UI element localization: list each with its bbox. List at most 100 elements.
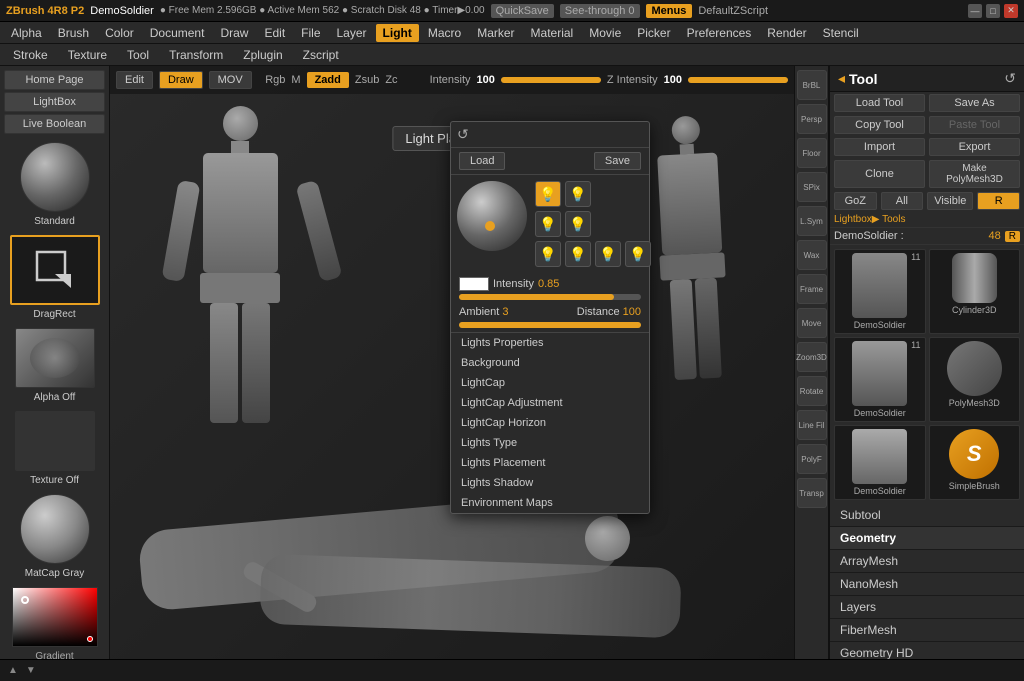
light-sphere[interactable]: [457, 181, 527, 251]
load-btn[interactable]: Load: [459, 152, 505, 170]
zadd-btn[interactable]: Zadd: [307, 72, 349, 88]
lightbox-tools-label[interactable]: Lightbox▶ Tools: [830, 212, 1024, 228]
menu-brush[interactable]: Brush: [51, 24, 96, 42]
lightbox-btn[interactable]: LightBox: [4, 92, 105, 112]
cylinder3d-thumb[interactable]: Cylinder3D: [929, 249, 1021, 334]
clone-btn[interactable]: Clone: [834, 160, 925, 188]
sub-zplugin[interactable]: Zplugin: [238, 47, 287, 63]
menu-macro[interactable]: Macro: [421, 24, 468, 42]
copy-tool-btn[interactable]: Copy Tool: [834, 116, 925, 134]
menu-movie[interactable]: Movie: [582, 24, 628, 42]
lsym-btn[interactable]: L.Sym: [797, 206, 827, 236]
menus-btn[interactable]: Menus: [646, 4, 693, 18]
fibermesh-btn[interactable]: FiberMesh: [830, 619, 1024, 642]
menu-picker[interactable]: Picker: [630, 24, 677, 42]
polymesh3d-thumb[interactable]: PolyMesh3D: [929, 337, 1021, 422]
rotate-btn[interactable]: Rotate: [797, 376, 827, 406]
floor-btn[interactable]: Floor: [797, 138, 827, 168]
sub-tool[interactable]: Tool: [122, 47, 154, 63]
close-btn[interactable]: ✕: [1004, 4, 1018, 18]
sub-zscript[interactable]: Zscript: [298, 47, 344, 63]
menu-lightcap-horizon[interactable]: LightCap Horizon: [451, 413, 649, 433]
menu-alpha[interactable]: Alpha: [4, 24, 49, 42]
light-icon-7[interactable]: 💡: [595, 241, 621, 267]
save-as-btn[interactable]: Save As: [929, 94, 1020, 112]
alpha-thumb[interactable]: [15, 328, 95, 388]
menu-environment-maps[interactable]: Environment Maps: [451, 493, 649, 513]
light-icon-1[interactable]: 💡: [535, 181, 561, 207]
layers-btn[interactable]: Layers: [830, 596, 1024, 619]
menu-background[interactable]: Background: [451, 353, 649, 373]
nanomesh-btn[interactable]: NanoMesh: [830, 573, 1024, 596]
dragrect-btn[interactable]: [10, 235, 100, 305]
goz-btn[interactable]: GoZ: [834, 192, 877, 210]
menu-lights-placement[interactable]: Lights Placement: [451, 453, 649, 473]
menu-edit[interactable]: Edit: [257, 24, 292, 42]
export-btn[interactable]: Export: [929, 138, 1020, 156]
refresh-icon[interactable]: ↺: [457, 126, 469, 143]
light-icon-4[interactable]: 💡: [565, 211, 591, 237]
menu-stencil[interactable]: Stencil: [816, 24, 866, 42]
brbl-btn[interactable]: BrBL: [797, 70, 827, 100]
edit-btn[interactable]: Edit: [116, 71, 153, 89]
spix-btn[interactable]: SPix: [797, 172, 827, 202]
menu-layer[interactable]: Layer: [330, 24, 374, 42]
tool-refresh-icon[interactable]: ↺: [1004, 70, 1016, 87]
menu-file[interactable]: File: [294, 24, 327, 42]
menu-render[interactable]: Render: [760, 24, 813, 42]
light-icon-8[interactable]: 💡: [625, 241, 651, 267]
menu-lights-properties[interactable]: Lights Properties: [451, 333, 649, 353]
matcap-sphere[interactable]: [20, 494, 90, 564]
light-icon-2[interactable]: 💡: [565, 181, 591, 207]
arraymesh-btn[interactable]: ArrayMesh: [830, 550, 1024, 573]
ambient-slider[interactable]: [459, 322, 641, 328]
subtool-btn[interactable]: Subtool: [830, 504, 1024, 527]
menu-lightcap-adjustment[interactable]: LightCap Adjustment: [451, 393, 649, 413]
import-btn[interactable]: Import: [834, 138, 925, 156]
demo-soldier-thumb-3[interactable]: DemoSoldier: [834, 425, 926, 500]
menu-draw[interactable]: Draw: [213, 24, 255, 42]
paste-tool-btn[interactable]: Paste Tool: [929, 116, 1020, 134]
menu-document[interactable]: Document: [143, 24, 212, 42]
texture-thumb[interactable]: [15, 411, 95, 471]
sub-stroke[interactable]: Stroke: [8, 47, 53, 63]
make-polymesh-btn[interactable]: Make PolyMesh3D: [929, 160, 1020, 188]
menu-material[interactable]: Material: [524, 24, 581, 42]
light-icon-6[interactable]: 💡: [565, 241, 591, 267]
color-picker[interactable]: [12, 587, 98, 647]
mov-btn[interactable]: MOV: [209, 71, 252, 89]
z-intensity-slider[interactable]: [688, 77, 788, 83]
load-tool-btn[interactable]: Load Tool: [834, 94, 925, 112]
maximize-btn[interactable]: □: [986, 4, 1000, 18]
intensity-popup-slider[interactable]: [459, 294, 641, 300]
menu-lightcap[interactable]: LightCap: [451, 373, 649, 393]
menu-lights-shadow[interactable]: Lights Shadow: [451, 473, 649, 493]
zoom3d-btn[interactable]: Zoom3D: [797, 342, 827, 372]
wax-btn[interactable]: Wax: [797, 240, 827, 270]
demo-soldier-thumb-1[interactable]: 11 DemoSoldier: [834, 249, 926, 334]
standard-thumb[interactable]: [20, 142, 90, 212]
move-btn[interactable]: Move: [797, 308, 827, 338]
persp-btn[interactable]: Persp: [797, 104, 827, 134]
demo-soldier-thumb-2[interactable]: 11 DemoSoldier: [834, 337, 926, 422]
sub-transform[interactable]: Transform: [164, 47, 228, 63]
menu-lights-type[interactable]: Lights Type: [451, 433, 649, 453]
menu-marker[interactable]: Marker: [470, 24, 521, 42]
demo-soldier-r-btn[interactable]: R: [1005, 231, 1020, 242]
menu-color[interactable]: Color: [98, 24, 141, 42]
light-icon-5[interactable]: 💡: [535, 241, 561, 267]
quicksave-btn[interactable]: QuickSave: [491, 4, 554, 18]
simple-brush-thumb[interactable]: S SimpleBrush: [929, 425, 1021, 500]
visible-btn[interactable]: Visible: [927, 192, 973, 210]
geometry-btn[interactable]: Geometry: [830, 527, 1024, 550]
frame-btn[interactable]: Frame: [797, 274, 827, 304]
intensity-slider[interactable]: [501, 77, 601, 83]
draw-btn[interactable]: Draw: [159, 71, 203, 89]
all-btn[interactable]: All: [881, 192, 924, 210]
bottom-arrow-down[interactable]: ▼: [26, 665, 36, 676]
polyf-btn[interactable]: PolyF: [797, 444, 827, 474]
minimize-btn[interactable]: —: [968, 4, 982, 18]
center-viewport[interactable]: Edit Draw MOV Rgb M Zadd Zsub Zc Intensi…: [110, 66, 794, 681]
live-boolean-btn[interactable]: Live Boolean: [4, 114, 105, 134]
sub-texture[interactable]: Texture: [63, 47, 112, 63]
